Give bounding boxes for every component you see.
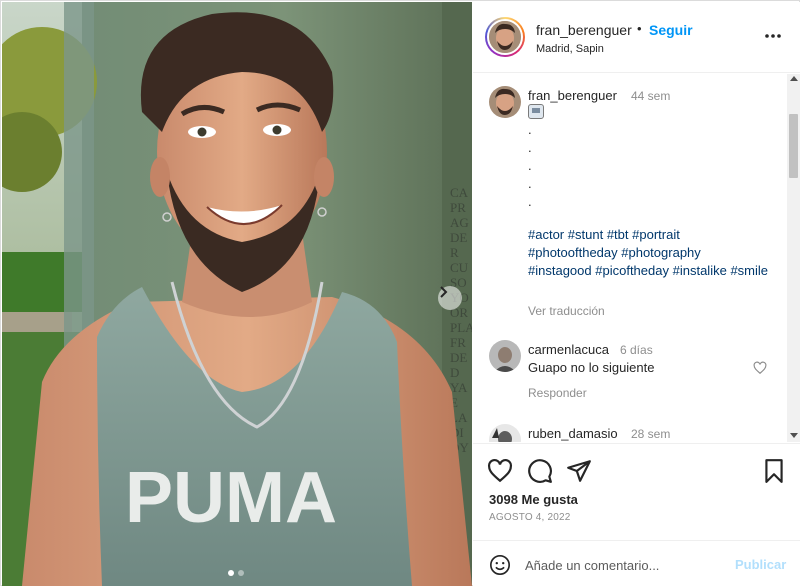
plaque-letters: PR — [450, 200, 466, 215]
avatar-face — [489, 21, 521, 53]
post-actions: 3098 Me gusta AGOSTO 4, 2022 Publicar — [473, 443, 800, 587]
hashtag-link[interactable]: #photooftheday — [528, 245, 618, 260]
caption-hashtags: #actor #stunt #tbt #portrait #photoofthe… — [528, 226, 768, 280]
scroll-up-arrow-icon[interactable] — [790, 76, 798, 81]
hashtag-link[interactable]: #instalike — [673, 263, 727, 278]
portrait-photo: CAPRAGDERCUSOYOORPLAFRDEDYAELADIOY PUMA — [2, 2, 472, 586]
like-count[interactable]: 3098 Me gusta — [489, 492, 578, 507]
follow-button[interactable]: Seguir — [649, 22, 693, 38]
post-header: fran_berenguer • Seguir Madrid, Sapin — [473, 2, 800, 73]
framed-picture-emoji — [528, 104, 544, 119]
comment-time[interactable]: 6 días — [620, 343, 653, 357]
scroll-down-arrow-icon[interactable] — [790, 433, 798, 438]
avatar-face — [489, 340, 521, 372]
plaque-letters: D — [450, 365, 459, 380]
post-location[interactable]: Madrid, Sapin — [536, 43, 604, 55]
caption-dot-line: . — [528, 158, 532, 173]
commenter-avatar[interactable] — [489, 340, 521, 372]
avatar-face — [489, 86, 521, 118]
reply-link[interactable]: Responder — [528, 386, 587, 400]
hashtag-link[interactable]: #portrait — [632, 227, 680, 242]
hashtag-link[interactable]: #actor — [528, 227, 564, 242]
post-photo[interactable]: CAPRAGDERCUSOYOORPLAFRDEDYAELADIOY PUMA — [2, 2, 472, 586]
plaque-letters: CU — [450, 260, 469, 275]
carousel-dot-1 — [228, 570, 234, 576]
carousel-dot-2 — [238, 570, 244, 576]
caption-username[interactable]: fran_berenguer — [528, 88, 617, 103]
send-icon[interactable] — [566, 458, 592, 484]
comment-username[interactable]: carmenlacuca — [528, 342, 609, 357]
comments-scrollbar[interactable] — [787, 74, 800, 442]
see-translation-link[interactable]: Ver traducción — [528, 304, 605, 318]
comments-list[interactable]: fran_berenguer 44 sem . . . . . #actor #… — [473, 74, 787, 442]
heart-icon[interactable] — [487, 458, 513, 484]
bookmark-icon[interactable] — [761, 458, 787, 484]
plaque-letters: CA — [450, 185, 469, 200]
plaque-letters: PLA — [450, 320, 472, 335]
comment-text: Guapo no lo siguiente — [528, 360, 655, 375]
publish-button[interactable]: Publicar — [735, 557, 786, 572]
post-date[interactable]: AGOSTO 4, 2022 — [489, 512, 571, 523]
caption-author-avatar[interactable] — [489, 86, 521, 118]
post-window: CAPRAGDERCUSOYOORPLAFRDEDYAELADIOY PUMA — [0, 0, 800, 586]
hashtag-link[interactable]: #smile — [730, 263, 768, 278]
comment-like-icon[interactable] — [753, 361, 767, 375]
comment-time[interactable]: 28 sem — [631, 427, 670, 441]
hashtag-link[interactable]: #photography — [621, 245, 701, 260]
plaque-letters: AG — [450, 215, 469, 230]
carousel-indicator — [228, 570, 244, 576]
header-separator: • — [637, 21, 642, 36]
shirt-logo-text: PUMA — [125, 458, 337, 538]
add-comment-input[interactable] — [525, 553, 725, 577]
hashtag-link[interactable]: #instagood — [528, 263, 592, 278]
add-comment-bar: Publicar — [473, 540, 800, 588]
plaque-letters: DE — [450, 350, 467, 365]
avatar-face — [489, 424, 521, 442]
post-details-panel: fran_berenguer • Seguir Madrid, Sapin fr… — [473, 2, 800, 586]
plaque-letters: YA — [450, 380, 468, 395]
hashtag-link[interactable]: #picoftheday — [595, 263, 669, 278]
more-options-icon[interactable] — [763, 28, 783, 44]
caption-dot-line: . — [528, 176, 532, 191]
plaque-letters: FR — [450, 335, 466, 350]
caption-dot-line: . — [528, 140, 532, 155]
chevron-right-icon — [440, 286, 448, 298]
comment-username[interactable]: ruben_damasio — [528, 426, 618, 441]
caption-time[interactable]: 44 sem — [631, 89, 670, 103]
commenter-avatar[interactable] — [489, 424, 521, 442]
hashtag-link[interactable]: #stunt — [568, 227, 603, 242]
plaque-letters: R — [450, 245, 459, 260]
scrollbar-thumb[interactable] — [789, 114, 798, 178]
plaque-letters: DE — [450, 230, 467, 245]
hashtag-link[interactable]: #tbt — [607, 227, 629, 242]
carousel-next-button[interactable] — [438, 286, 462, 310]
author-avatar[interactable] — [485, 17, 525, 57]
comment-icon[interactable] — [527, 458, 553, 484]
caption-dot-line: . — [528, 122, 532, 137]
author-username[interactable]: fran_berenguer — [536, 22, 632, 38]
caption-dot-line: . — [528, 194, 532, 209]
smiley-icon[interactable] — [489, 554, 511, 576]
